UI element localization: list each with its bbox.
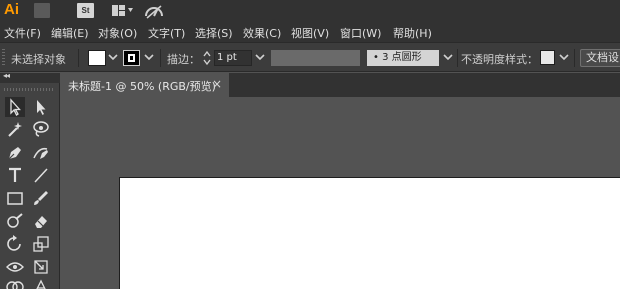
type-tool-icon[interactable]: [5, 165, 25, 185]
eraser-tool-icon[interactable]: [31, 211, 51, 231]
style-label: 样式：: [505, 53, 538, 66]
rectangle-tool-icon[interactable]: [5, 188, 25, 208]
workspace-layout-icon[interactable]: [112, 5, 134, 16]
chat-bubble-icon: [519, 262, 539, 278]
document-tab[interactable]: 未标题-1 @ 50% (RGB/预览) ×: [61, 73, 229, 97]
shaper-tool-icon[interactable]: [5, 211, 25, 231]
stock-icon[interactable]: St: [77, 3, 94, 18]
style-dropdown-chevron-icon[interactable]: [558, 51, 570, 63]
brush-definition-select[interactable]: • 3 点圆形: [367, 50, 439, 66]
control-bar-grip[interactable]: [2, 49, 5, 66]
separator: [457, 49, 458, 67]
gpu-performance-icon[interactable]: [144, 3, 164, 19]
menu-object[interactable]: 对象(O): [98, 25, 137, 41]
collapse-toolbox-icon[interactable]: ◂◂: [3, 71, 10, 80]
separator: [574, 49, 575, 67]
control-bar: 未选择对象 描边： 1 pt • 3 点圆形 不透明度 样式： 文档设: [0, 42, 620, 72]
curvature-tool-icon[interactable]: [31, 143, 51, 163]
menu-help[interactable]: 帮助(H): [393, 25, 432, 41]
stroke-weight-field[interactable]: 1 pt: [214, 50, 252, 66]
tools-panel-grip[interactable]: [4, 88, 54, 91]
lasso-tool-icon[interactable]: [31, 119, 51, 139]
app-logo: Ai: [4, 1, 19, 18]
separator: [78, 49, 79, 67]
selection-tool-icon[interactable]: [5, 97, 25, 117]
shape-builder-tool-icon[interactable]: [5, 278, 25, 289]
close-icon[interactable]: ×: [212, 77, 222, 91]
separator: [160, 49, 161, 67]
fill-dropdown-chevron-icon[interactable]: [107, 51, 119, 63]
tools-panel: ◂◂: [0, 71, 60, 289]
document-tab-title[interactable]: 未标题-1 @ 50% (RGB/预览): [68, 78, 216, 94]
menu-bar: 文件(F) 编辑(E) 对象(O) 文字(T) 选择(S) 效果(C) 视图(V…: [0, 22, 620, 42]
opacity-label[interactable]: 不透明度: [461, 51, 505, 67]
perspective-grid-tool-icon[interactable]: [31, 278, 51, 289]
rotate-tool-icon[interactable]: [5, 234, 25, 254]
stroke-dropdown-chevron-icon[interactable]: [143, 51, 155, 63]
menu-edit[interactable]: 编辑(E): [51, 25, 89, 41]
menu-select[interactable]: 选择(S): [195, 25, 233, 41]
menu-file[interactable]: 文件(F): [4, 25, 41, 41]
variable-width-profile-select[interactable]: [271, 50, 360, 66]
tools-panel-header: ◂◂: [0, 71, 60, 83]
brush-dropdown-chevron-icon[interactable]: [442, 51, 454, 63]
stroke-color-swatch[interactable]: [123, 50, 140, 66]
bridge-icon[interactable]: [34, 3, 50, 18]
menu-window[interactable]: 窗口(W): [340, 25, 381, 41]
direct-selection-tool-icon[interactable]: [31, 97, 51, 117]
document-tab-bar: 未标题-1 @ 50% (RGB/预览) ×: [61, 73, 620, 97]
menu-view[interactable]: 视图(V): [291, 25, 329, 41]
selection-status: 未选择对象: [11, 53, 66, 66]
document-setup-button[interactable]: 文档设: [580, 49, 620, 67]
free-transform-tool-icon[interactable]: [31, 257, 51, 277]
title-bar: Ai St: [0, 0, 620, 22]
fill-color-swatch[interactable]: [88, 50, 106, 66]
graphic-style-swatch[interactable]: [540, 50, 555, 65]
menu-effect[interactable]: 效果(C): [243, 25, 281, 41]
width-tool-icon[interactable]: [5, 257, 25, 277]
paintbrush-tool-icon[interactable]: [31, 188, 51, 208]
watermark-text: 悟空问答: [542, 262, 603, 280]
scale-tool-icon[interactable]: [31, 234, 51, 254]
menu-type[interactable]: 文字(T): [148, 25, 185, 41]
pen-tool-icon[interactable]: [5, 143, 25, 163]
stroke-weight-spinner-icon[interactable]: [202, 50, 212, 66]
magic-wand-tool-icon[interactable]: [5, 119, 25, 139]
stroke-label[interactable]: 描边：: [167, 51, 200, 67]
line-segment-tool-icon[interactable]: [31, 165, 51, 185]
stroke-weight-dropdown-chevron-icon[interactable]: [254, 51, 266, 63]
watermark: 悟空问答: [518, 258, 618, 280]
